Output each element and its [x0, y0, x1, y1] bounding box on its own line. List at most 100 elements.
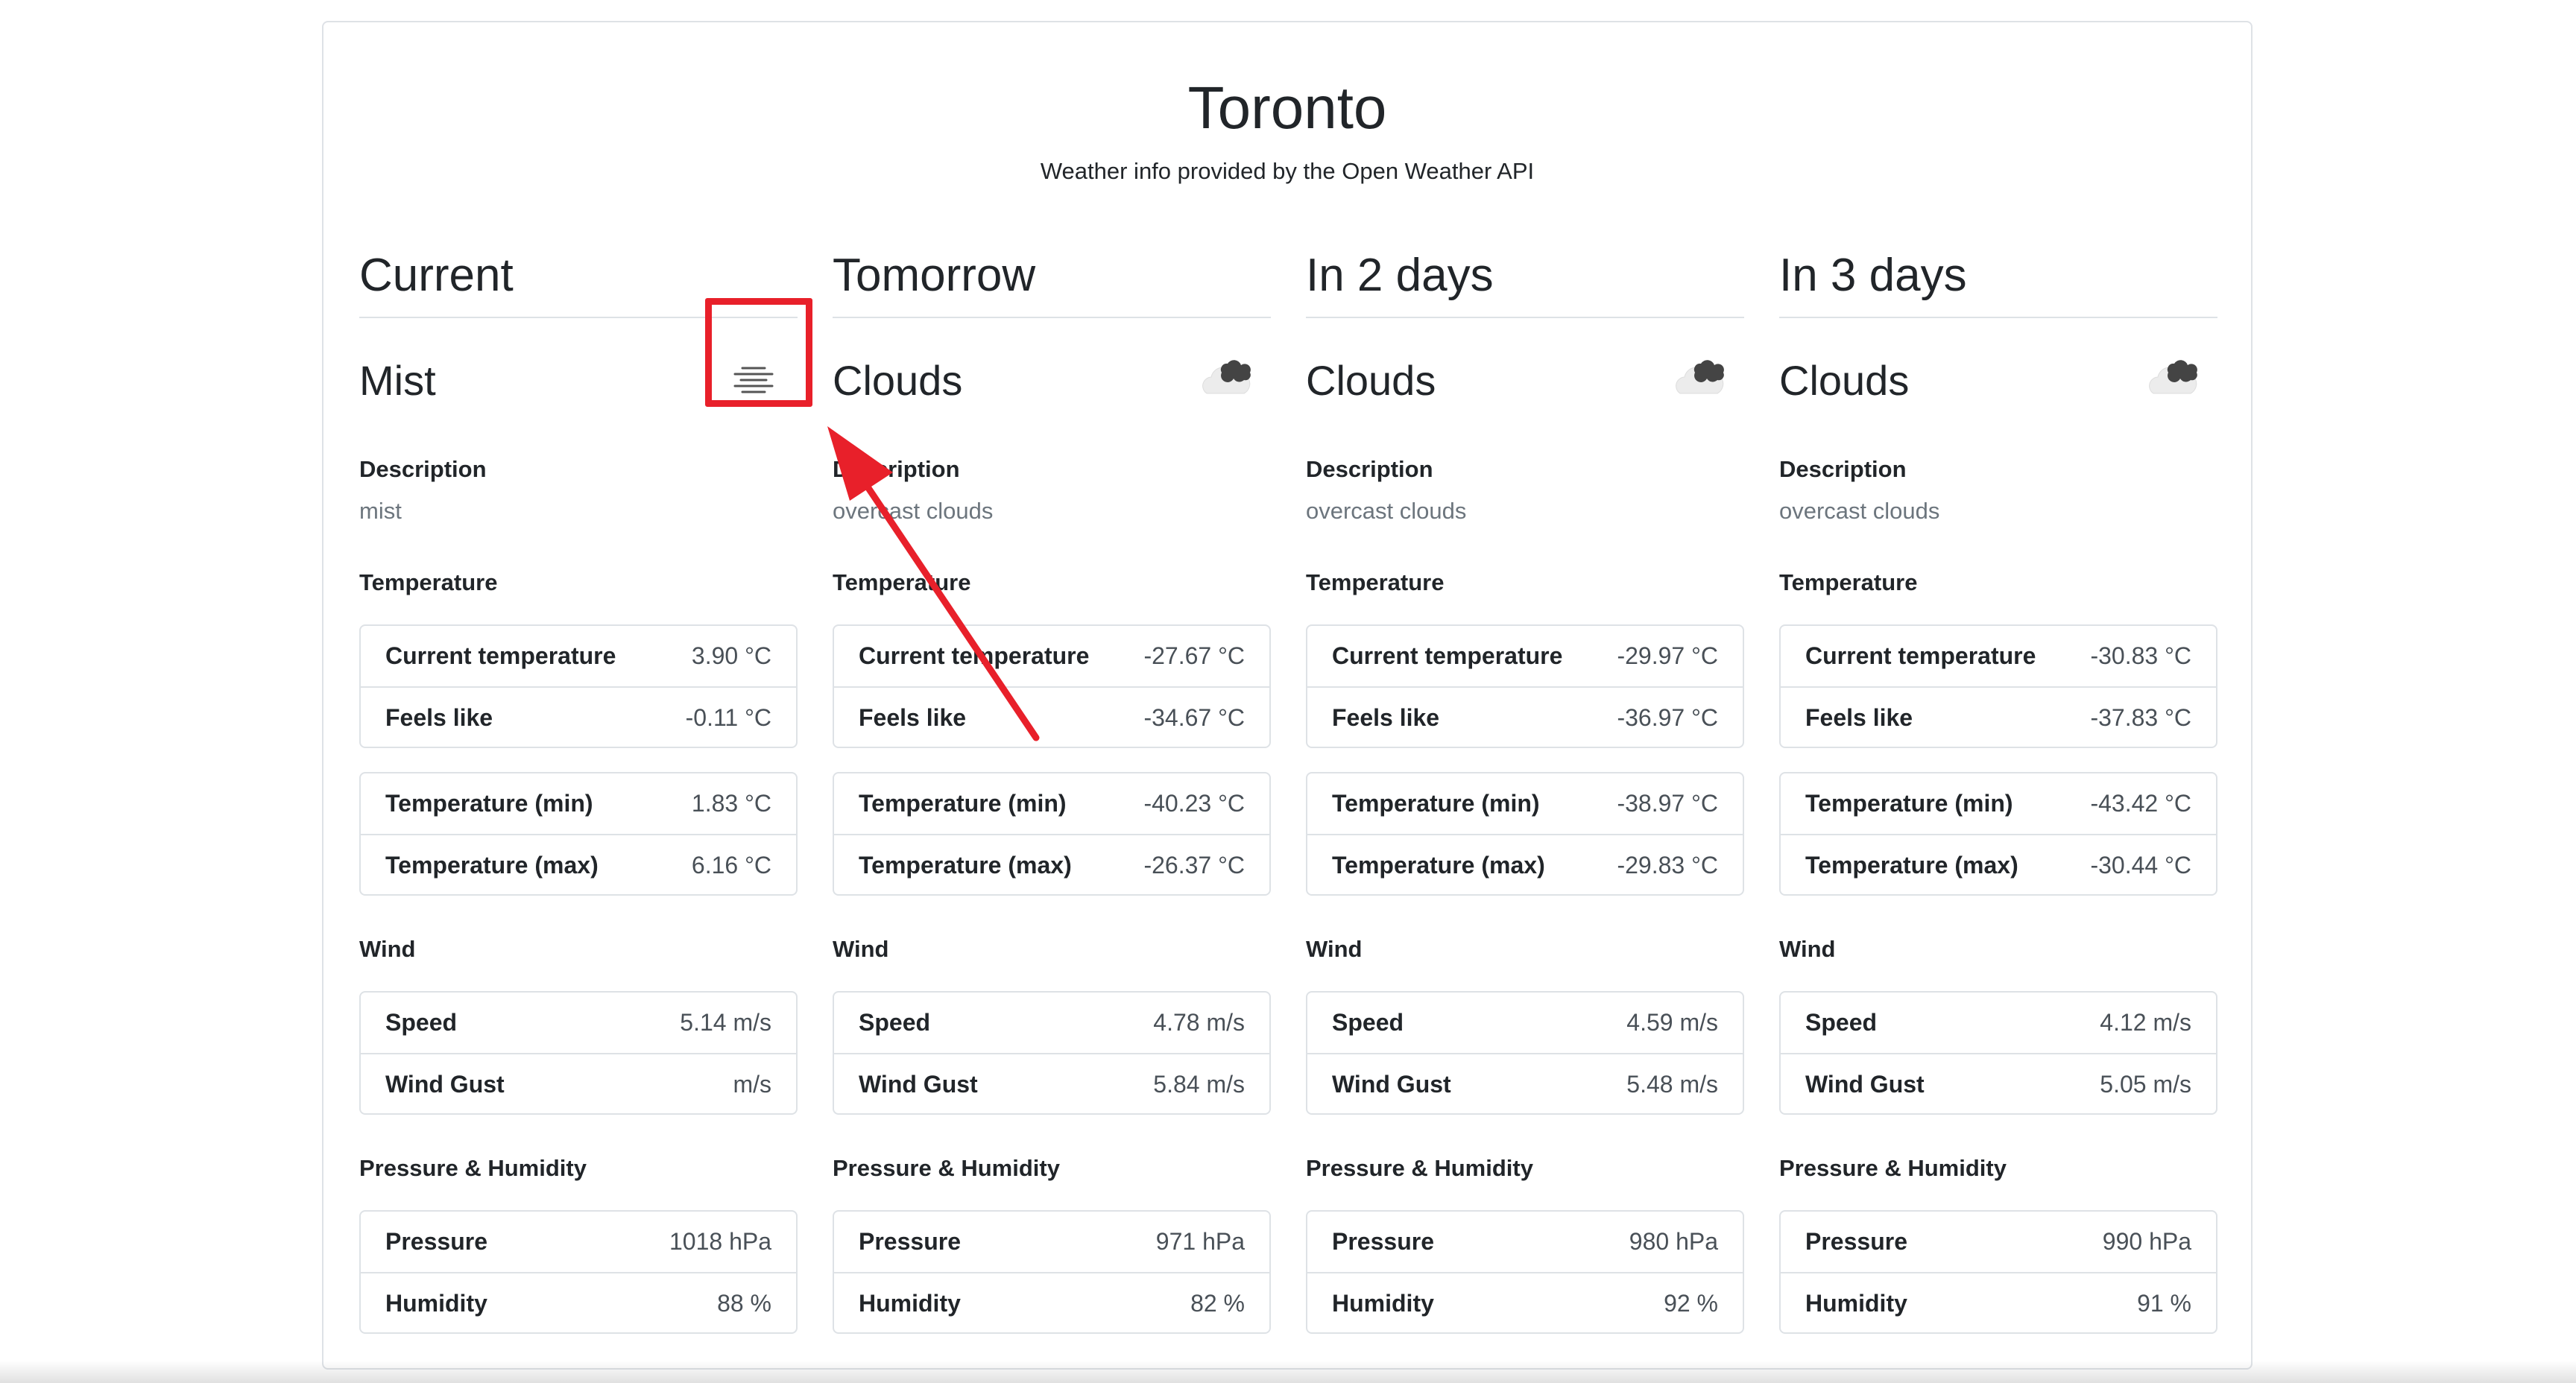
column-heading: In 2 days — [1306, 246, 1744, 318]
clouds-icon — [2149, 360, 2197, 394]
table-row: Humidity 91 % — [1781, 1272, 2216, 1332]
table-row: Temperature (max) -30.44 °C — [1781, 834, 2216, 894]
current-temperature-value: -29.97 °C — [1617, 642, 1718, 669]
temp-min-value: -38.97 °C — [1617, 790, 1718, 817]
pressure-value: 990 hPa — [2102, 1228, 2191, 1255]
feels-like-label: Feels like — [859, 704, 967, 731]
description-value: overcast clouds — [1306, 498, 1467, 524]
humidity-label: Humidity — [859, 1290, 961, 1317]
table-row: Speed 4.78 m/s — [834, 993, 1269, 1053]
condition-label: Clouds — [1306, 357, 1436, 404]
temp-max-label: Temperature (max) — [859, 852, 1072, 879]
wind-gust-value: 5.05 m/s — [2100, 1071, 2191, 1098]
current-temperature-label: Current temperature — [1805, 642, 2036, 669]
speed-label: Speed — [1332, 1009, 1404, 1036]
table-row: Current temperature -30.83 °C — [1781, 626, 2216, 686]
table-row: Feels like -36.97 °C — [1307, 686, 1743, 747]
condition-label: Mist — [359, 357, 436, 404]
humidity-value: 91 % — [2137, 1290, 2191, 1317]
temp-min-label: Temperature (min) — [1332, 790, 1540, 817]
wind-label: Wind — [833, 936, 889, 962]
temperature-current-box: Current temperature 3.90 °C Feels like -… — [359, 624, 798, 748]
pressure-humidity-box: Pressure 980 hPa Humidity 92 % — [1306, 1210, 1744, 1334]
humidity-label: Humidity — [385, 1290, 487, 1317]
condition-row: Clouds — [1306, 344, 1744, 419]
temp-max-value: -29.83 °C — [1617, 852, 1718, 879]
humidity-value: 88 % — [717, 1290, 771, 1317]
wind-gust-label: Wind Gust — [859, 1071, 978, 1098]
temp-max-value: 6.16 °C — [691, 852, 771, 879]
speed-value: 4.78 m/s — [1153, 1009, 1245, 1036]
temp-max-label: Temperature (max) — [385, 852, 599, 879]
feels-like-value: -0.11 °C — [685, 704, 771, 731]
humidity-label: Humidity — [1332, 1290, 1434, 1317]
temp-max-label: Temperature (max) — [1805, 852, 2018, 879]
page-root: Toronto Weather info provided by the Ope… — [0, 0, 2576, 1383]
table-row: Temperature (min) -43.42 °C — [1781, 773, 2216, 834]
table-row: Temperature (min) -40.23 °C — [834, 773, 1269, 834]
table-row: Pressure 1018 hPa — [361, 1212, 796, 1272]
table-row: Humidity 92 % — [1307, 1272, 1743, 1332]
current-temperature-label: Current temperature — [859, 642, 1090, 669]
weather-card: Toronto Weather info provided by the Ope… — [322, 21, 2253, 1370]
description-label: Description — [1779, 456, 1907, 482]
current-temperature-value: 3.90 °C — [691, 642, 771, 669]
table-row: Wind Gust 5.05 m/s — [1781, 1053, 2216, 1113]
pressure-label: Pressure — [859, 1228, 961, 1255]
pressure-value: 980 hPa — [1629, 1228, 1718, 1255]
temp-max-value: -26.37 °C — [1143, 852, 1245, 879]
pressure-label: Pressure — [1332, 1228, 1434, 1255]
feels-like-label: Feels like — [1805, 704, 1913, 731]
wind-label: Wind — [1306, 936, 1363, 962]
table-row: Speed 4.12 m/s — [1781, 993, 2216, 1053]
bottom-shadow — [0, 1361, 2576, 1383]
temperature-label: Temperature — [833, 569, 971, 595]
table-row: Feels like -0.11 °C — [361, 686, 796, 747]
condition-row: Clouds — [1779, 344, 2217, 419]
table-row: Wind Gust 5.48 m/s — [1307, 1053, 1743, 1113]
table-row: Pressure 971 hPa — [834, 1212, 1269, 1272]
speed-value: 5.14 m/s — [680, 1009, 771, 1036]
pressure-label: Pressure — [1805, 1228, 1907, 1255]
current-temperature-label: Current temperature — [385, 642, 616, 669]
description-value: overcast clouds — [833, 498, 994, 524]
temp-max-value: -30.44 °C — [2090, 852, 2191, 879]
temp-min-label: Temperature (min) — [1805, 790, 2013, 817]
table-row: Pressure 990 hPa — [1781, 1212, 2216, 1272]
pressure-humidity-box: Pressure 1018 hPa Humidity 88 % — [359, 1210, 798, 1334]
temperature-range-box: Temperature (min) -38.97 °C Temperature … — [1306, 772, 1744, 896]
temp-max-label: Temperature (max) — [1332, 852, 1545, 879]
pressure-humidity-box: Pressure 971 hPa Humidity 82 % — [833, 1210, 1271, 1334]
description-value: mist — [359, 498, 402, 524]
annotation-highlight-box — [705, 298, 812, 407]
table-row: Speed 5.14 m/s — [361, 993, 796, 1053]
clouds-icon — [1676, 360, 1724, 394]
current-temperature-value: -30.83 °C — [2090, 642, 2191, 669]
table-row: Temperature (max) -26.37 °C — [834, 834, 1269, 894]
table-row: Humidity 82 % — [834, 1272, 1269, 1332]
table-row: Feels like -37.83 °C — [1781, 686, 2216, 747]
wind-gust-value: 5.48 m/s — [1626, 1071, 1718, 1098]
temperature-label: Temperature — [1306, 569, 1445, 595]
temperature-current-box: Current temperature -29.97 °C Feels like… — [1306, 624, 1744, 748]
feels-like-value: -37.83 °C — [2090, 704, 2191, 731]
feels-like-value: -36.97 °C — [1617, 704, 1718, 731]
pressure-humidity-box: Pressure 990 hPa Humidity 91 % — [1779, 1210, 2217, 1334]
pressure-humidity-label: Pressure & Humidity — [1779, 1155, 2007, 1181]
temperature-range-box: Temperature (min) 1.83 °C Temperature (m… — [359, 772, 798, 896]
wind-box: Speed 4.78 m/s Wind Gust 5.84 m/s — [833, 991, 1271, 1115]
description-label: Description — [833, 456, 960, 482]
temp-min-label: Temperature (min) — [385, 790, 593, 817]
speed-value: 4.59 m/s — [1626, 1009, 1718, 1036]
temp-min-value: -43.42 °C — [2090, 790, 2191, 817]
table-row: Current temperature -27.67 °C — [834, 626, 1269, 686]
condition-row: Clouds — [833, 344, 1271, 419]
pressure-value: 1018 hPa — [669, 1228, 771, 1255]
current-temperature-label: Current temperature — [1332, 642, 1563, 669]
description-value: overcast clouds — [1779, 498, 1940, 524]
speed-value: 4.12 m/s — [2100, 1009, 2191, 1036]
clouds-icon — [1202, 360, 1251, 394]
humidity-value: 82 % — [1190, 1290, 1245, 1317]
table-row: Current temperature -29.97 °C — [1307, 626, 1743, 686]
description-label: Description — [1306, 456, 1433, 482]
